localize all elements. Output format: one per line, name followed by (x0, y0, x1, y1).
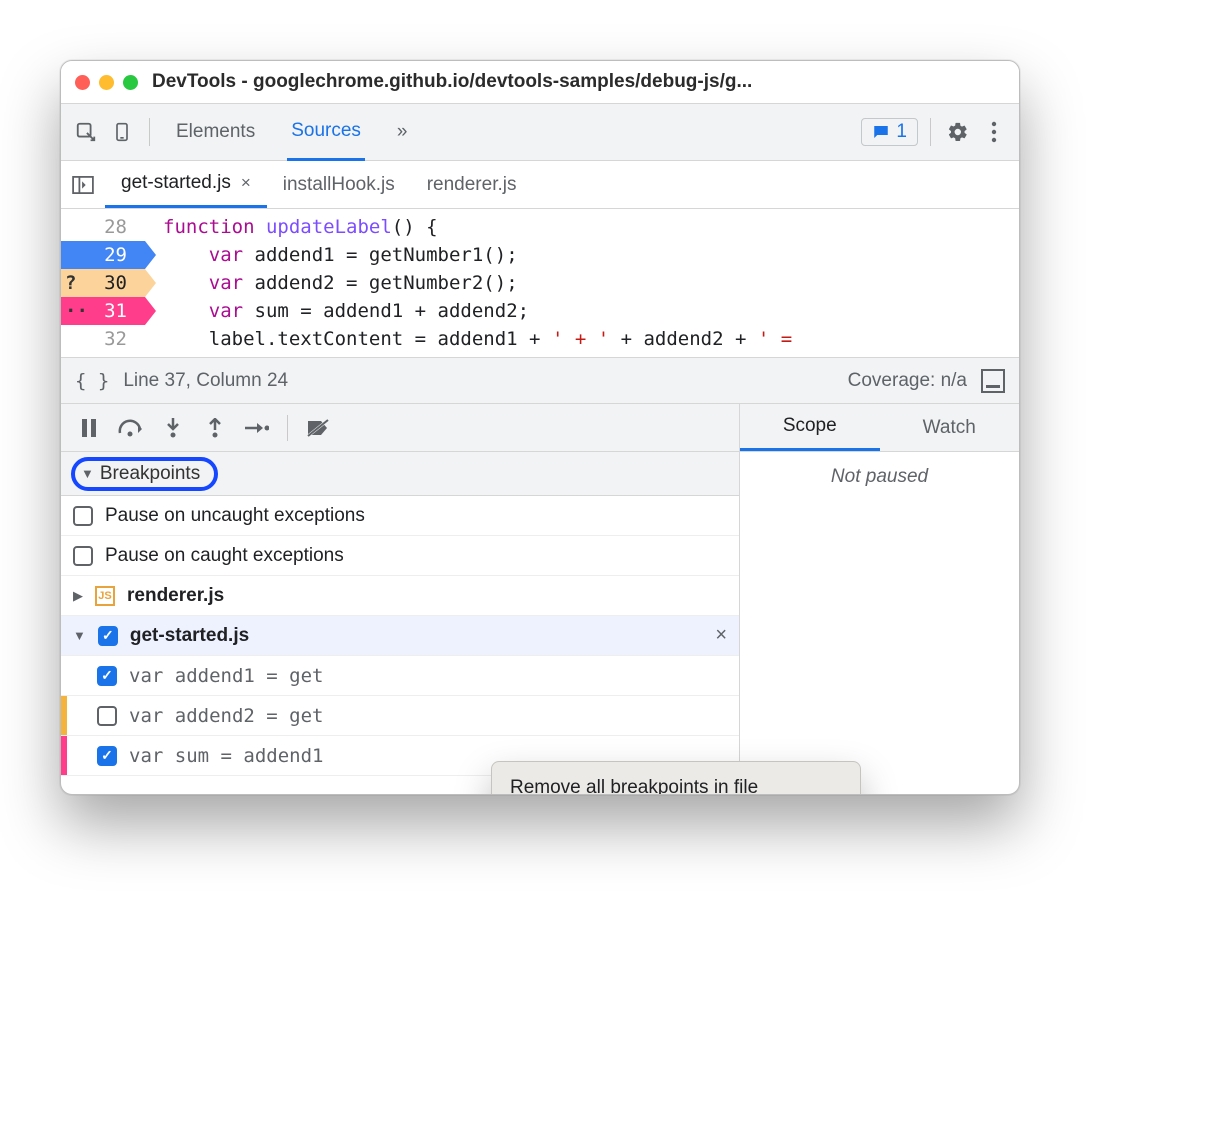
breakpoint-item[interactable]: var addend2 = get (61, 696, 739, 736)
not-paused-label: Not paused (831, 466, 928, 488)
breakpoint-file-get-started[interactable]: ▼ get-started.js × (61, 616, 739, 656)
panel-tabs: Elements Sources » (172, 103, 411, 161)
zoom-window-button[interactable] (123, 75, 138, 90)
line-number-conditional-breakpoint[interactable]: ?30 (61, 269, 145, 297)
more-tabs-button[interactable]: » (393, 103, 412, 160)
file-tab-get-started[interactable]: get-started.js × (105, 161, 267, 208)
step-icon[interactable] (239, 410, 275, 446)
coverage-status: Coverage: n/a (848, 370, 967, 392)
code-lines[interactable]: function updateLabel() { var addend1 = g… (145, 209, 1019, 357)
code-line: var sum = addend1 + addend2; (163, 297, 1019, 325)
breakpoints-section-header[interactable]: ▼ Breakpoints (61, 452, 739, 496)
scope-watch-tabs: Scope Watch (740, 404, 1019, 452)
breakpoints-label-highlight: ▼ Breakpoints (71, 457, 218, 491)
device-toolbar-icon[interactable] (107, 117, 137, 147)
logpoint-stripe (61, 736, 67, 775)
main-toolbar: Elements Sources » 1 (61, 103, 1019, 161)
navigator-toggle-icon[interactable] (61, 176, 105, 194)
step-over-icon[interactable] (113, 410, 149, 446)
pause-resume-icon[interactable] (71, 410, 107, 446)
checkbox[interactable] (73, 506, 93, 526)
line-number-breakpoint[interactable]: 29 (61, 241, 145, 269)
code-line: label.textContent = addend1 + ' + ' + ad… (163, 325, 1019, 353)
kebab-menu-icon[interactable] (979, 117, 1009, 147)
issues-badge[interactable]: 1 (861, 118, 918, 146)
line-gutter[interactable]: 28 29 ?30 ··31 32 (61, 209, 145, 357)
checkbox[interactable] (98, 626, 118, 646)
window-title: DevTools - googlechrome.github.io/devtoo… (152, 71, 752, 93)
remove-file-breakpoints-icon[interactable]: × (715, 624, 727, 647)
debugger-toolbar (61, 404, 739, 452)
checkbox[interactable] (97, 706, 117, 726)
devtools-window: DevTools - googlechrome.github.io/devtoo… (60, 60, 1020, 795)
line-number-logpoint[interactable]: ··31 (61, 297, 145, 325)
breakpoint-item[interactable]: var addend1 = get (61, 656, 739, 696)
conditional-stripe (61, 696, 67, 735)
checkbox[interactable] (73, 546, 93, 566)
deactivate-breakpoints-icon[interactable] (300, 410, 336, 446)
file-tabs: get-started.js × installHook.js renderer… (61, 161, 1019, 209)
separator (287, 415, 288, 441)
tab-watch[interactable]: Watch (880, 404, 1020, 451)
checkbox[interactable] (97, 666, 117, 686)
chevron-right-icon[interactable]: ▶ (73, 588, 83, 604)
line-number[interactable]: 32 (61, 325, 145, 353)
line-number[interactable]: 28 (61, 213, 145, 241)
code-editor[interactable]: 28 29 ?30 ··31 32 function updateLabel()… (61, 209, 1019, 358)
tab-scope[interactable]: Scope (740, 404, 880, 451)
step-into-icon[interactable] (155, 410, 191, 446)
debugger-panels: ▼ Breakpoints Pause on uncaught exceptio… (61, 404, 1019, 794)
file-tab-installhook[interactable]: installHook.js (267, 161, 411, 208)
minimize-window-button[interactable] (99, 75, 114, 90)
file-tab-renderer[interactable]: renderer.js (411, 161, 533, 208)
pause-caught-row[interactable]: Pause on caught exceptions (61, 536, 739, 576)
inspect-element-icon[interactable] (71, 117, 101, 147)
left-pane: ▼ Breakpoints Pause on uncaught exceptio… (61, 404, 739, 794)
editor-statusbar: { } Line 37, Column 24 Coverage: n/a (61, 358, 1019, 404)
close-tab-icon[interactable]: × (241, 173, 251, 193)
close-window-button[interactable] (75, 75, 90, 90)
code-line: var addend2 = getNumber2(); (163, 269, 1019, 297)
cursor-position: Line 37, Column 24 (123, 370, 288, 392)
titlebar: DevTools - googlechrome.github.io/devtoo… (61, 61, 1019, 103)
breakpoints-label: Breakpoints (100, 463, 200, 485)
coverage-toggle-icon[interactable] (981, 369, 1005, 393)
js-file-icon: JS (95, 586, 115, 606)
issues-count: 1 (896, 121, 907, 143)
checkbox[interactable] (97, 746, 117, 766)
breakpoint-file-renderer[interactable]: ▶ JS renderer.js (61, 576, 739, 616)
separator (930, 118, 931, 146)
right-pane: Scope Watch Not paused (739, 404, 1019, 794)
window-controls (75, 75, 138, 90)
tab-elements[interactable]: Elements (172, 103, 259, 160)
context-menu: Remove all breakpoints in file Disable a… (491, 761, 861, 795)
code-line: function updateLabel() { (163, 213, 1019, 241)
code-line: var addend1 = getNumber1(); (163, 241, 1019, 269)
chevron-down-icon: ▼ (81, 466, 94, 481)
pause-uncaught-row[interactable]: Pause on uncaught exceptions (61, 496, 739, 536)
scope-body: Not paused (740, 452, 1019, 794)
settings-gear-icon[interactable] (943, 117, 973, 147)
ctx-remove-all-in-file[interactable]: Remove all breakpoints in file (492, 768, 860, 795)
pretty-print-icon[interactable]: { } (75, 370, 109, 392)
chevron-down-icon[interactable]: ▼ (73, 628, 86, 643)
step-out-icon[interactable] (197, 410, 233, 446)
separator (149, 118, 150, 146)
tab-sources[interactable]: Sources (287, 103, 365, 161)
